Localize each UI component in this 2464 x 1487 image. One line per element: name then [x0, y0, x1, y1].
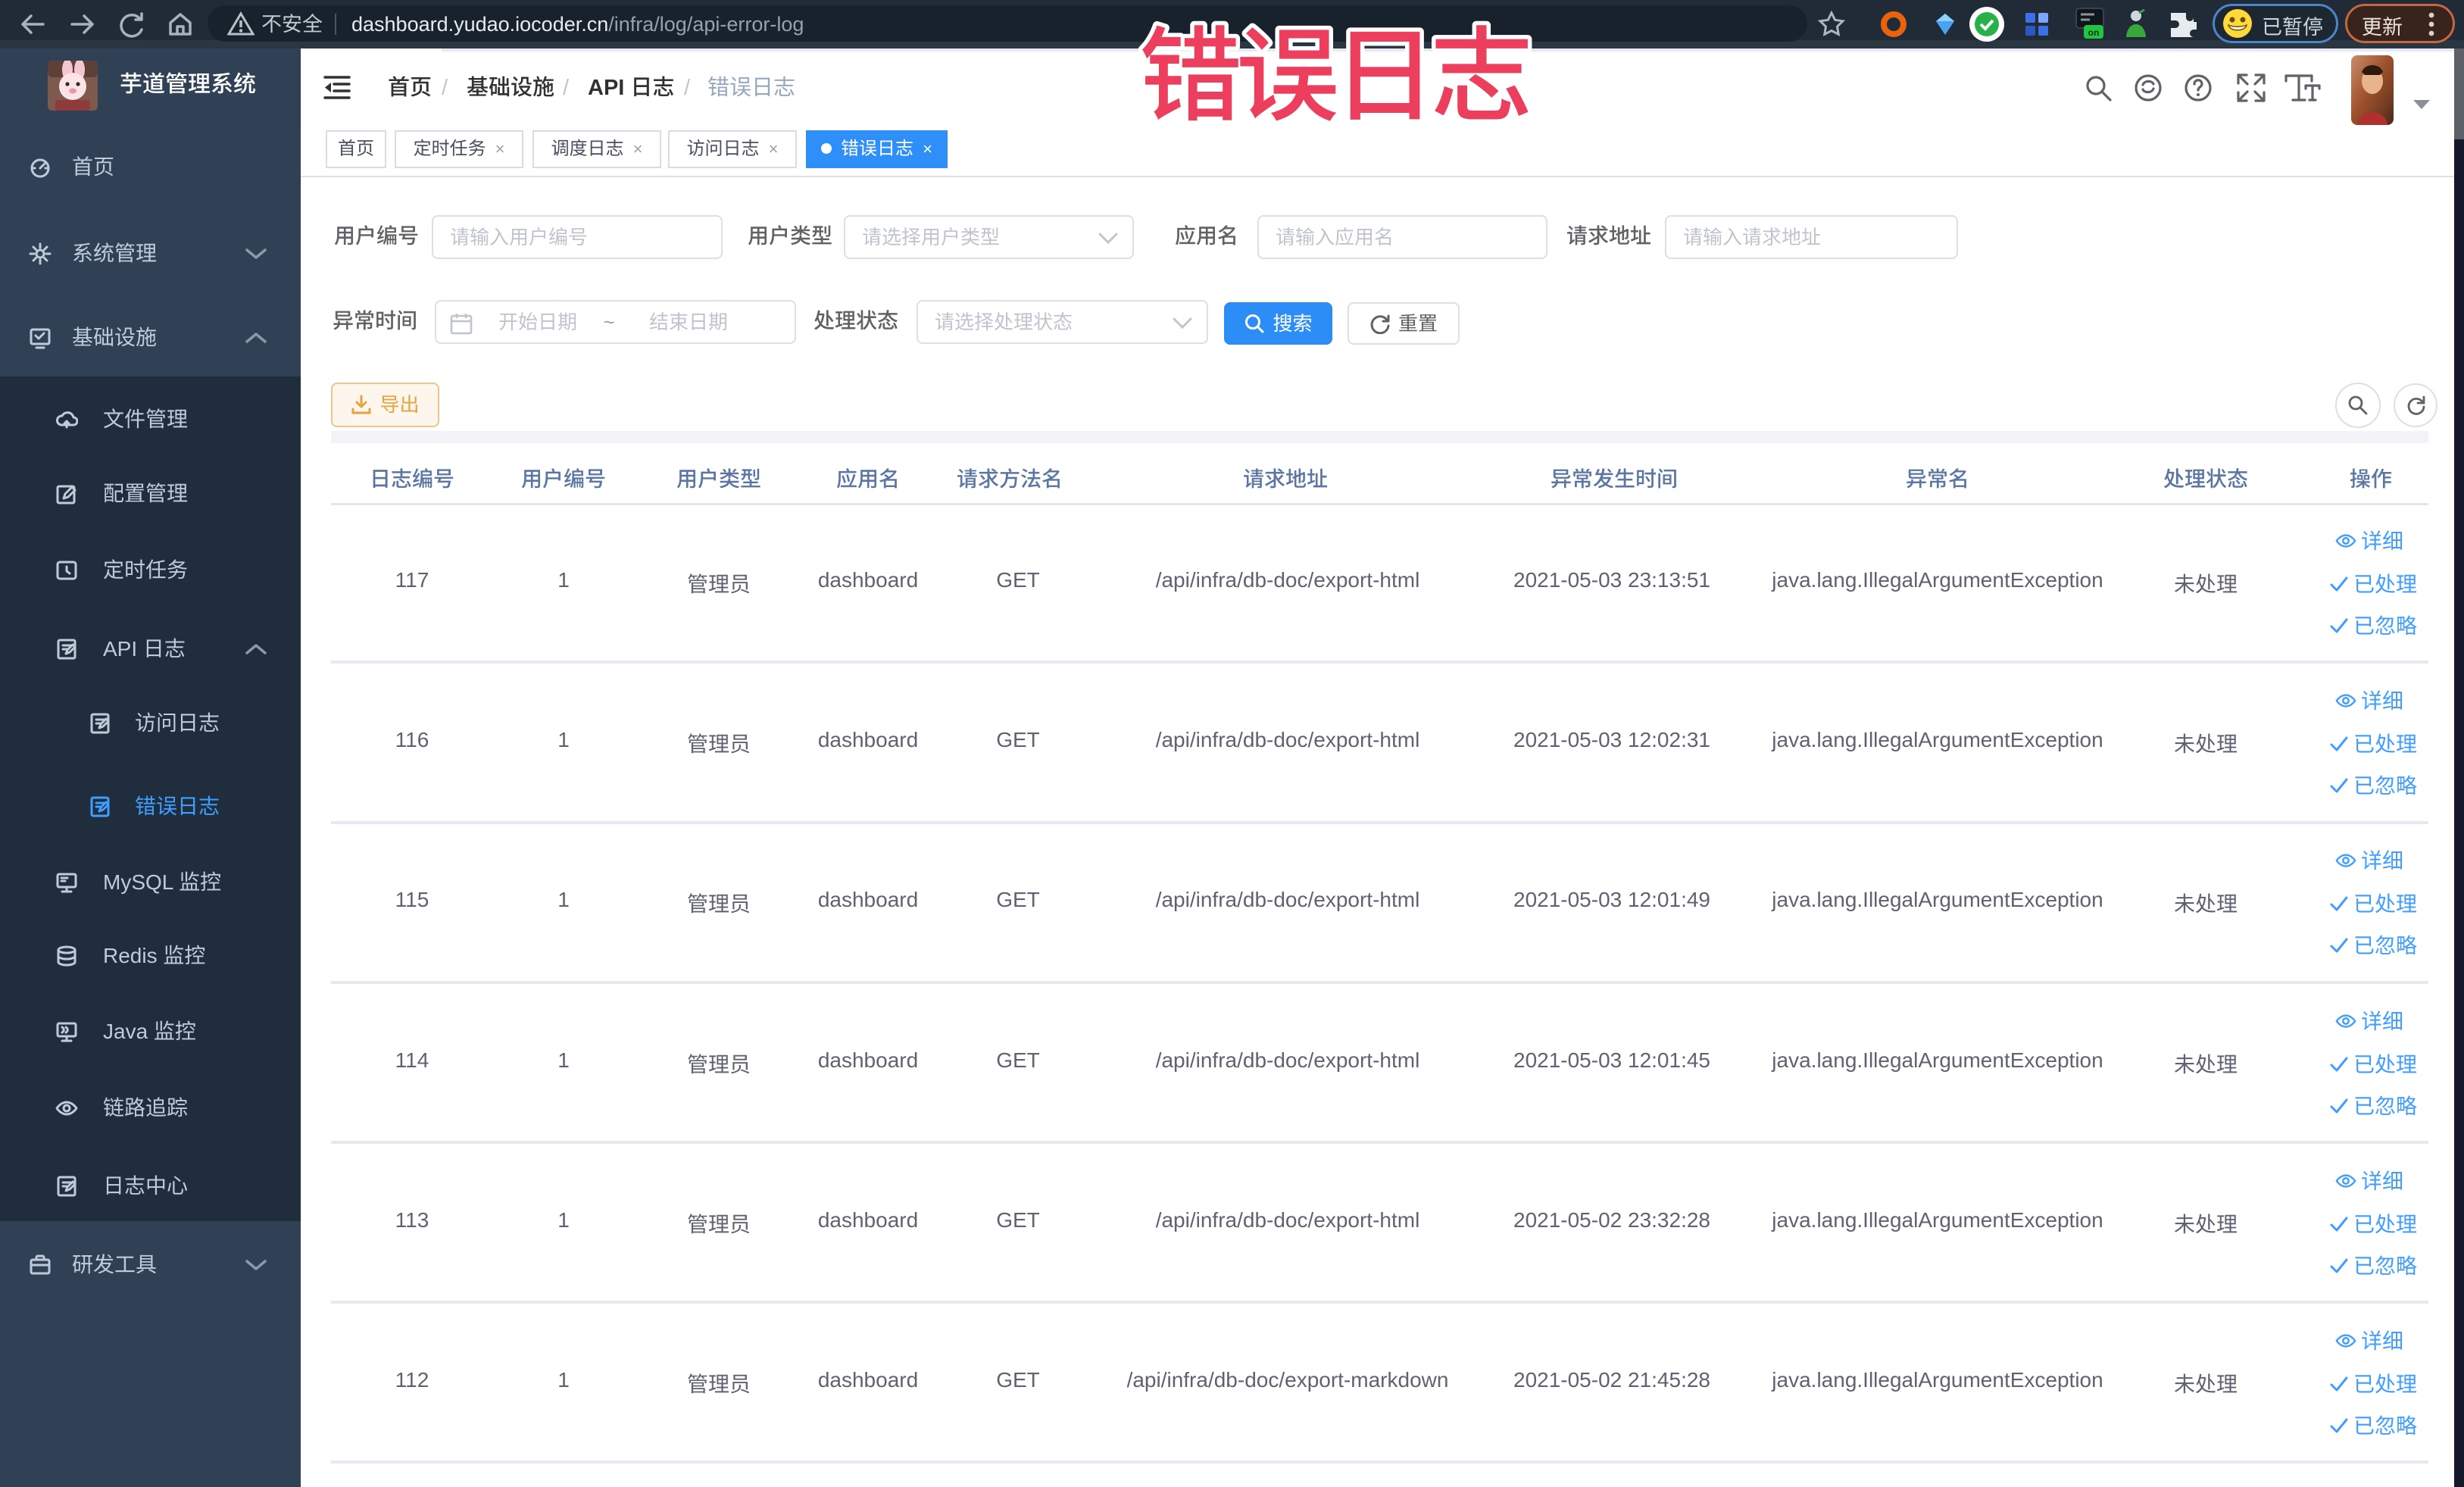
svg-text:on: on [2088, 27, 2100, 38]
svg-text:错误日志: 错误日志 [1139, 0, 1529, 142]
